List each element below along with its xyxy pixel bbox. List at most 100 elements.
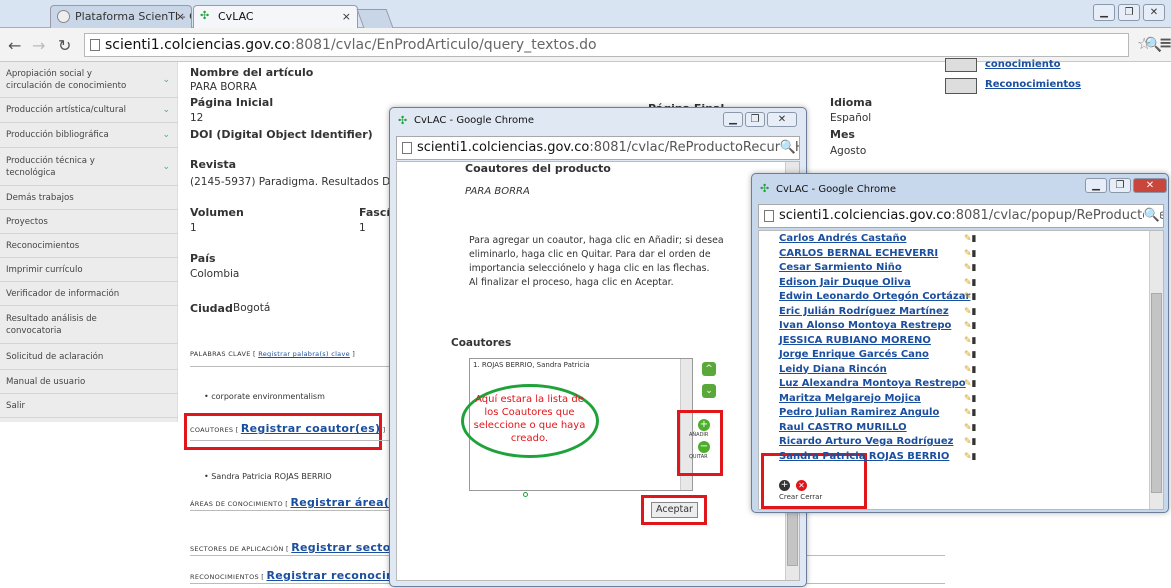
edit-delete-icon[interactable]: ✎▮ bbox=[964, 379, 980, 389]
sidebar-item-produccion-bibliografica[interactable]: Producción bibliográfica ⌄ bbox=[0, 123, 178, 148]
nombre-label: Nombre del artículo bbox=[190, 66, 314, 79]
areas-section: ÁREAS DE CONOCIMIENTO [ Registrar área(s… bbox=[190, 496, 402, 509]
coautor-link[interactable]: Cesar Sarmiento Niño bbox=[779, 262, 902, 273]
right-link-reconocimientos[interactable]: Reconocimientos bbox=[985, 79, 1081, 90]
registrar-palabras-link[interactable]: Registrar palabra(s) clave bbox=[258, 350, 350, 358]
coautor-link[interactable]: Edison Jair Duque Oliva bbox=[779, 277, 911, 288]
sidebar-item-proyectos[interactable]: Proyectos bbox=[0, 210, 178, 234]
add-icon[interactable]: + bbox=[698, 419, 710, 431]
close-window-button[interactable]: ✕ bbox=[1133, 178, 1167, 193]
close-icon[interactable]: ✕ bbox=[796, 480, 807, 491]
sidebar-item-label: Resultado análisis de convocatoria bbox=[6, 313, 97, 336]
sidebar-item-label: Apropiación social y circulación de cono… bbox=[6, 68, 127, 91]
close-icon[interactable]: × bbox=[176, 6, 185, 28]
popup-content: Coautores del producto PARA BORRA Para a… bbox=[396, 161, 800, 581]
sidebar-item-apropiacion[interactable]: Apropiación social y circulación de cono… bbox=[0, 62, 178, 98]
tab-plataforma[interactable]: Plataforma ScienTI - Colo × bbox=[50, 5, 192, 28]
edit-delete-icon[interactable]: ✎▮ bbox=[964, 292, 980, 302]
menu-icon[interactable]: ≡ bbox=[1159, 33, 1171, 52]
arrow-up-icon[interactable]: ^ bbox=[702, 362, 716, 376]
edit-delete-icon[interactable]: ✎▮ bbox=[964, 408, 980, 418]
registrar-areas-link[interactable]: Registrar área(s) bbox=[290, 496, 401, 509]
dot-icon bbox=[523, 492, 528, 497]
mes-label: Mes bbox=[830, 128, 855, 141]
tab-label: CvLAC bbox=[218, 10, 254, 23]
coautor-link[interactable]: Sandra Patricia ROJAS BERRIO bbox=[779, 451, 949, 462]
minimize-button[interactable]: ▁ bbox=[1085, 178, 1107, 193]
sidebar-item-demas-trabajos[interactable]: Demás trabajos bbox=[0, 186, 178, 210]
maximize-button[interactable]: ❐ bbox=[1118, 4, 1140, 21]
edit-delete-icon[interactable]: ✎▮ bbox=[964, 437, 980, 447]
reload-icon[interactable]: ↻ bbox=[58, 36, 71, 55]
url-field[interactable]: scienti1.colciencias.gov.co:8081/cvlac/E… bbox=[84, 33, 1162, 57]
divider bbox=[190, 510, 390, 511]
coautor-link[interactable]: Edwin Leonardo Ortegón Cortázar bbox=[779, 291, 970, 302]
coautor-link[interactable]: Maritza Melgarejo Mojica bbox=[779, 393, 921, 404]
mes-value: Agosto bbox=[830, 145, 867, 157]
sidebar-item-solicitud[interactable]: Solicitud de aclaración bbox=[0, 344, 178, 370]
sidebar-item-produccion-artistica[interactable]: Producción artística/cultural ⌄ bbox=[0, 98, 178, 123]
edit-delete-icon[interactable]: ✎▮ bbox=[964, 452, 980, 462]
edit-delete-icon[interactable]: ✎▮ bbox=[964, 263, 980, 273]
divider bbox=[190, 366, 390, 367]
crear-cerrar-label[interactable]: Crear Cerrar bbox=[779, 493, 822, 501]
edit-delete-icon[interactable]: ✎▮ bbox=[964, 307, 980, 317]
edit-delete-icon[interactable]: ✎▮ bbox=[964, 278, 980, 288]
edit-delete-icon[interactable]: ✎▮ bbox=[964, 423, 980, 433]
sidebar-item-salir[interactable]: Salir bbox=[0, 394, 178, 418]
scrollbar-thumb[interactable] bbox=[1151, 293, 1162, 493]
coautor-link[interactable]: JESSICA RUBIANO MORENO bbox=[779, 335, 931, 346]
edit-delete-icon[interactable]: ✎▮ bbox=[964, 321, 980, 331]
close-icon[interactable]: × bbox=[342, 6, 351, 28]
remove-label[interactable]: QUITAR bbox=[689, 454, 708, 460]
edit-delete-icon[interactable]: ✎▮ bbox=[964, 336, 980, 346]
sidebar-item-manual[interactable]: Manual de usuario bbox=[0, 370, 178, 394]
remove-icon[interactable]: − bbox=[698, 441, 710, 453]
book-icon bbox=[945, 58, 977, 72]
sidebar-item-label: Producción artística/cultural bbox=[6, 105, 127, 115]
arrow-down-icon[interactable]: ⌄ bbox=[702, 384, 716, 398]
add-label[interactable]: AÑADIR bbox=[689, 432, 708, 438]
star-icon[interactable]: ☆ bbox=[1137, 34, 1151, 53]
create-icon[interactable]: + bbox=[779, 480, 790, 491]
coautor-link[interactable]: CARLOS BERNAL ECHEVERRI bbox=[779, 248, 938, 259]
coautor-link[interactable]: Pedro Julian Ramirez Angulo bbox=[779, 407, 939, 418]
palabra-item: • corporate environmentalism bbox=[204, 392, 325, 401]
coautor-link[interactable]: Ivan Alonso Montoya Restrepo bbox=[779, 320, 951, 331]
palabra-text: corporate environmentalism bbox=[211, 392, 325, 401]
coautor-link[interactable]: Carlos Andrés Castaño bbox=[779, 233, 906, 244]
coautor-link[interactable]: Raul CASTRO MURILLO bbox=[779, 422, 907, 433]
back-icon[interactable]: ← bbox=[8, 36, 21, 55]
popup-url-field[interactable]: scienti1.colciencias.gov.co:8081/cvlac/R… bbox=[396, 136, 800, 160]
coautor-link[interactable]: Leidy Diana Rincón bbox=[779, 364, 887, 375]
sidebar-item-produccion-tecnica[interactable]: Producción técnica y tecnológica ⌄ bbox=[0, 148, 178, 186]
sidebar-item-resultado[interactable]: Resultado análisis de convocatoria bbox=[0, 306, 178, 344]
edit-delete-icon[interactable]: ✎▮ bbox=[964, 249, 980, 259]
new-tab-button[interactable] bbox=[356, 9, 394, 28]
edit-delete-icon[interactable]: ✎▮ bbox=[964, 234, 980, 244]
coautor-link[interactable]: Ricardo Arturo Vega Rodríguez bbox=[779, 436, 953, 447]
fasciculo-value: 1 bbox=[359, 222, 366, 234]
forward-icon[interactable]: → bbox=[32, 36, 45, 55]
minimize-button[interactable]: ▁ bbox=[1093, 4, 1115, 21]
maximize-button[interactable]: ❐ bbox=[1109, 178, 1131, 193]
list-item[interactable]: 1. ROJAS BERRIO, Sandra Patricia bbox=[473, 361, 590, 369]
minimize-button[interactable]: ▁ bbox=[723, 112, 743, 127]
maximize-button[interactable]: ❐ bbox=[745, 112, 765, 127]
tab-cvlac[interactable]: ✣ CvLAC × bbox=[193, 5, 358, 28]
edit-delete-icon[interactable]: ✎▮ bbox=[964, 394, 980, 404]
close-window-button[interactable]: ✕ bbox=[767, 112, 797, 127]
popup-url-field[interactable]: scienti1.colciencias.gov.co:8081/cvlac/p… bbox=[758, 204, 1164, 228]
sidebar-item-imprimir[interactable]: Imprimir currículo bbox=[0, 258, 178, 282]
list-scrollbar[interactable] bbox=[1149, 231, 1163, 509]
coautor-link[interactable]: Luz Alexandra Montoya Restrepo bbox=[779, 378, 966, 389]
right-link-conocimiento[interactable]: conocimiento bbox=[985, 59, 1061, 70]
coautor-link[interactable]: Jorge Enrique Garcés Cano bbox=[779, 349, 929, 360]
sidebar-item-reconocimientos[interactable]: Reconocimientos bbox=[0, 234, 178, 258]
close-window-button[interactable]: ✕ bbox=[1143, 4, 1165, 21]
edit-delete-icon[interactable]: ✎▮ bbox=[964, 350, 980, 360]
coautor-link[interactable]: Eric Julián Rodríguez Martínez bbox=[779, 306, 949, 317]
edit-delete-icon[interactable]: ✎▮ bbox=[964, 365, 980, 375]
highlight-box bbox=[184, 413, 382, 450]
sidebar-item-verificador[interactable]: Verificador de información bbox=[0, 282, 178, 306]
